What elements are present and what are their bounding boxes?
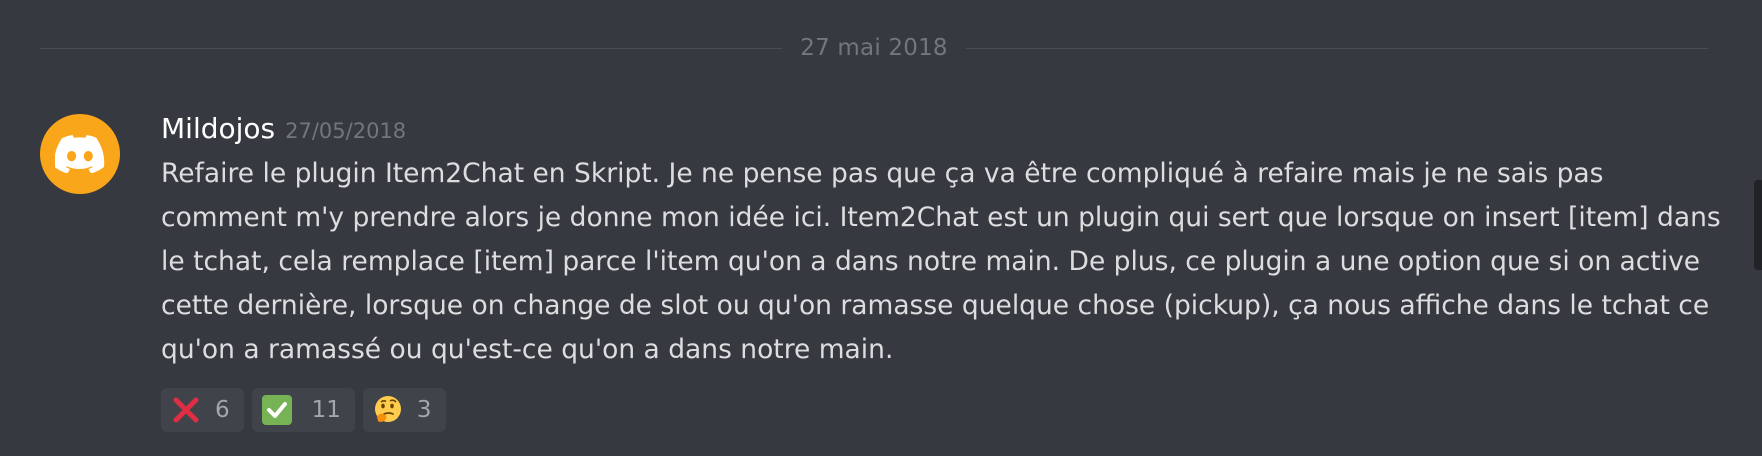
message-text: Refaire le plugin Item2Chat en Skript. J… bbox=[161, 152, 1751, 372]
divider-date: 27 mai 2018 bbox=[800, 35, 948, 61]
message-timestamp: 27/05/2018 bbox=[285, 119, 407, 143]
message-line: qu'on a ramassé ou qu'est-ce qu'on a dan… bbox=[161, 334, 894, 365]
reaction-check[interactable]: 11 bbox=[251, 388, 355, 432]
divider-line-left bbox=[40, 47, 783, 49]
author-name[interactable]: Mildojos bbox=[161, 112, 275, 145]
date-divider: 27 mai 2018 bbox=[40, 30, 1709, 66]
reaction-count: 11 bbox=[311, 397, 341, 423]
message-content: Mildojos 27/05/2018 Refaire le plugin It… bbox=[161, 112, 1751, 432]
reaction-count: 3 bbox=[416, 397, 432, 423]
discord-logo-icon bbox=[55, 135, 105, 173]
reaction-count: 6 bbox=[215, 397, 230, 423]
check-mark-icon bbox=[261, 395, 292, 425]
message-line: le tchat, cela remplace [item] parce l'i… bbox=[161, 246, 1701, 277]
reaction-thinking[interactable]: 3 bbox=[362, 388, 446, 432]
divider-line-right bbox=[965, 47, 1709, 49]
message-line: Refaire le plugin Item2Chat en Skript. J… bbox=[161, 158, 1604, 189]
message-line: cette dernière, lorsque on change de slo… bbox=[161, 290, 1710, 321]
thinking-face-icon bbox=[373, 395, 403, 425]
reaction-cross[interactable]: 6 bbox=[161, 388, 244, 432]
message-line: comment m'y prendre alors je donne mon i… bbox=[161, 202, 1721, 233]
scrollbar-thumb[interactable] bbox=[1754, 180, 1762, 270]
reactions-bar: 6 11 3 bbox=[161, 388, 1751, 432]
message-header: Mildojos 27/05/2018 bbox=[161, 112, 1751, 154]
cross-mark-icon bbox=[171, 395, 201, 425]
chat-view: 27 mai 2018 Mildojos 27/05/2018 Refaire … bbox=[0, 0, 1762, 456]
avatar[interactable] bbox=[40, 114, 120, 194]
